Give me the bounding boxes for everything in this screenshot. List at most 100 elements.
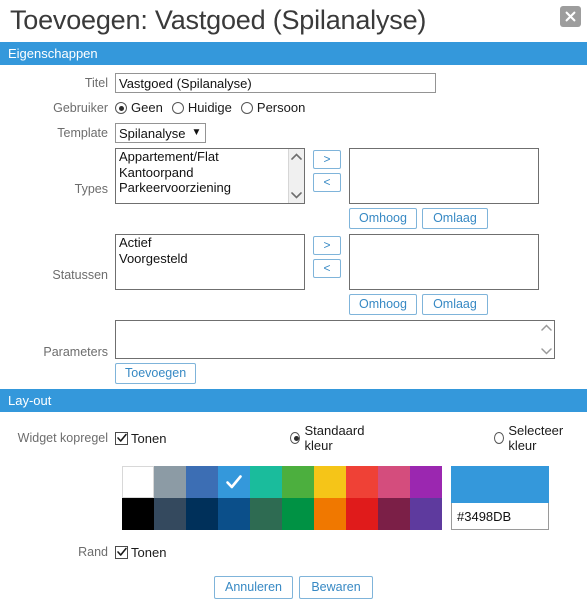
field-types: Appartement/Flat Kantoorpand Parkeervoor…	[115, 148, 587, 229]
radio-icon-selecteer-kleur[interactable]	[494, 432, 505, 444]
color-swatch[interactable]	[250, 466, 282, 498]
color-swatch[interactable]	[154, 498, 186, 530]
properties-form: Titel Gebruiker Geen Huidige Persoon	[0, 65, 587, 384]
color-swatch[interactable]	[218, 466, 250, 498]
color-swatch[interactable]	[314, 466, 346, 498]
field-parameters: Toevoegen	[115, 320, 587, 384]
label-parameters: Parameters	[43, 345, 108, 359]
close-x-glyph	[565, 11, 576, 22]
template-select-value: Spilanalyse	[119, 125, 186, 141]
types-move-up-button[interactable]: Omhoog	[349, 208, 417, 229]
section-header-layout: Lay-out	[0, 389, 587, 412]
radio-gebruiker-persoon[interactable]: Persoon	[240, 98, 305, 118]
row-rand: Rand Tonen	[0, 544, 587, 560]
color-swatch[interactable]	[282, 498, 314, 530]
color-swatch[interactable]	[346, 466, 378, 498]
radio-icon-huidige[interactable]	[171, 102, 184, 114]
statussen-add-button[interactable]: >	[313, 236, 341, 255]
color-swatch[interactable]	[186, 466, 218, 498]
color-swatch[interactable]	[122, 466, 154, 498]
color-swatch[interactable]	[314, 498, 346, 530]
radio-label-huidige[interactable]: Huidige	[188, 98, 232, 118]
color-swatch[interactable]	[410, 498, 442, 530]
types-available-list[interactable]: Appartement/Flat Kantoorpand Parkeervoor…	[115, 148, 305, 204]
parameters-add-button[interactable]: Toevoegen	[115, 363, 197, 384]
dialog-title-bar: Toevoegen: Vastgoed (Spilanalyse)	[0, 0, 587, 42]
gebruiker-radio-group: Geen Huidige Persoon	[115, 98, 587, 118]
radio-gebruiker-geen[interactable]: Geen	[115, 98, 163, 118]
scroll-down-icon[interactable]	[291, 192, 302, 199]
color-preview-column	[451, 466, 549, 530]
parameters-list[interactable]	[115, 320, 555, 359]
radio-selecteer-kleur[interactable]: Selecteer kleur	[494, 423, 578, 453]
label-widget-kopregel: Widget kopregel	[17, 431, 108, 445]
radio-standaard-kleur[interactable]: Standaard kleur	[290, 423, 378, 453]
color-swatch[interactable]	[218, 498, 250, 530]
radio-label-selecteer-kleur[interactable]: Selecteer kleur	[508, 423, 578, 453]
rand-show-checkbox[interactable]: Tonen	[115, 545, 166, 560]
types-move-down-button[interactable]: Omlaag	[421, 208, 488, 229]
checkbox-icon[interactable]	[115, 545, 128, 559]
color-swatch[interactable]	[378, 466, 410, 498]
list-item[interactable]: Appartement/Flat	[116, 149, 287, 165]
statussen-remove-button[interactable]: <	[313, 259, 341, 278]
dialog-footer-buttons: Annuleren Bewaren	[0, 576, 587, 599]
label-gebruiker: Gebruiker	[53, 101, 108, 115]
statussen-move-down-button[interactable]: Omlaag	[421, 294, 488, 315]
color-swatch[interactable]	[378, 498, 410, 530]
save-button[interactable]: Bewaren	[299, 576, 373, 599]
statussen-move-up-button[interactable]: Omhoog	[349, 294, 417, 315]
check-icon	[226, 475, 242, 489]
widget-kopregel-show-checkbox[interactable]: Tonen	[115, 431, 166, 446]
rand-show-label[interactable]: Tonen	[131, 545, 166, 560]
close-icon[interactable]	[560, 6, 581, 27]
widget-kopregel-show-label[interactable]: Tonen	[131, 431, 166, 446]
row-template: Template Spilanalyse ▼	[0, 123, 587, 143]
statussen-available-list[interactable]: Actief Voorgesteld	[115, 234, 305, 290]
section-header-properties: Eigenschappen	[0, 42, 587, 65]
color-swatch[interactable]	[122, 498, 154, 530]
radio-label-persoon[interactable]: Persoon	[257, 98, 305, 118]
label-titel: Titel	[84, 76, 108, 90]
titel-input[interactable]	[115, 73, 436, 93]
parameters-scrollbar[interactable]	[539, 321, 554, 358]
types-remove-button[interactable]: <	[313, 173, 341, 192]
list-item[interactable]: Kantoorpand	[116, 165, 287, 181]
radio-label-geen[interactable]: Geen	[131, 98, 163, 118]
types-dual-listbox: Appartement/Flat Kantoorpand Parkeervoor…	[115, 148, 587, 229]
radio-icon-standaard-kleur[interactable]	[290, 432, 301, 444]
color-swatch-grid[interactable]	[122, 466, 442, 530]
template-select[interactable]: Spilanalyse ▼	[115, 123, 207, 143]
color-swatch[interactable]	[282, 466, 314, 498]
scroll-down-icon[interactable]	[541, 348, 552, 355]
radio-icon-geen[interactable]	[115, 102, 127, 114]
list-item[interactable]: Voorgesteld	[116, 251, 304, 267]
color-swatch[interactable]	[346, 498, 378, 530]
color-swatch[interactable]	[186, 498, 218, 530]
check-icon	[117, 433, 127, 442]
types-selected-column: Omhoog Omlaag	[349, 148, 539, 229]
field-titel	[115, 73, 587, 93]
radio-label-standaard-kleur[interactable]: Standaard kleur	[304, 423, 378, 453]
types-add-button[interactable]: >	[313, 150, 341, 169]
scroll-up-icon[interactable]	[541, 324, 552, 331]
statussen-selected-list[interactable]	[349, 234, 539, 290]
check-icon	[117, 547, 127, 556]
dialog-title: Toevoegen: Vastgoed (Spilanalyse)	[10, 5, 427, 35]
row-statussen: Statussen Actief Voorgesteld > < Omhoog	[0, 234, 587, 315]
radio-gebruiker-huidige[interactable]: Huidige	[171, 98, 232, 118]
color-swatch[interactable]	[154, 466, 186, 498]
scroll-up-icon[interactable]	[291, 153, 302, 160]
types-selected-list[interactable]	[349, 148, 539, 204]
list-item[interactable]: Actief	[116, 235, 304, 251]
color-swatch[interactable]	[410, 466, 442, 498]
checkbox-icon[interactable]	[115, 431, 128, 445]
color-swatch[interactable]	[250, 498, 282, 530]
radio-icon-persoon[interactable]	[240, 102, 253, 114]
label-template: Template	[57, 126, 108, 140]
list-item[interactable]: Parkeervoorziening	[116, 180, 287, 196]
cancel-button[interactable]: Annuleren	[214, 576, 293, 599]
types-list-scrollbar[interactable]	[288, 149, 304, 203]
hex-color-input[interactable]	[451, 503, 549, 530]
field-statussen: Actief Voorgesteld > < Omhoog Omlaag	[115, 234, 587, 315]
